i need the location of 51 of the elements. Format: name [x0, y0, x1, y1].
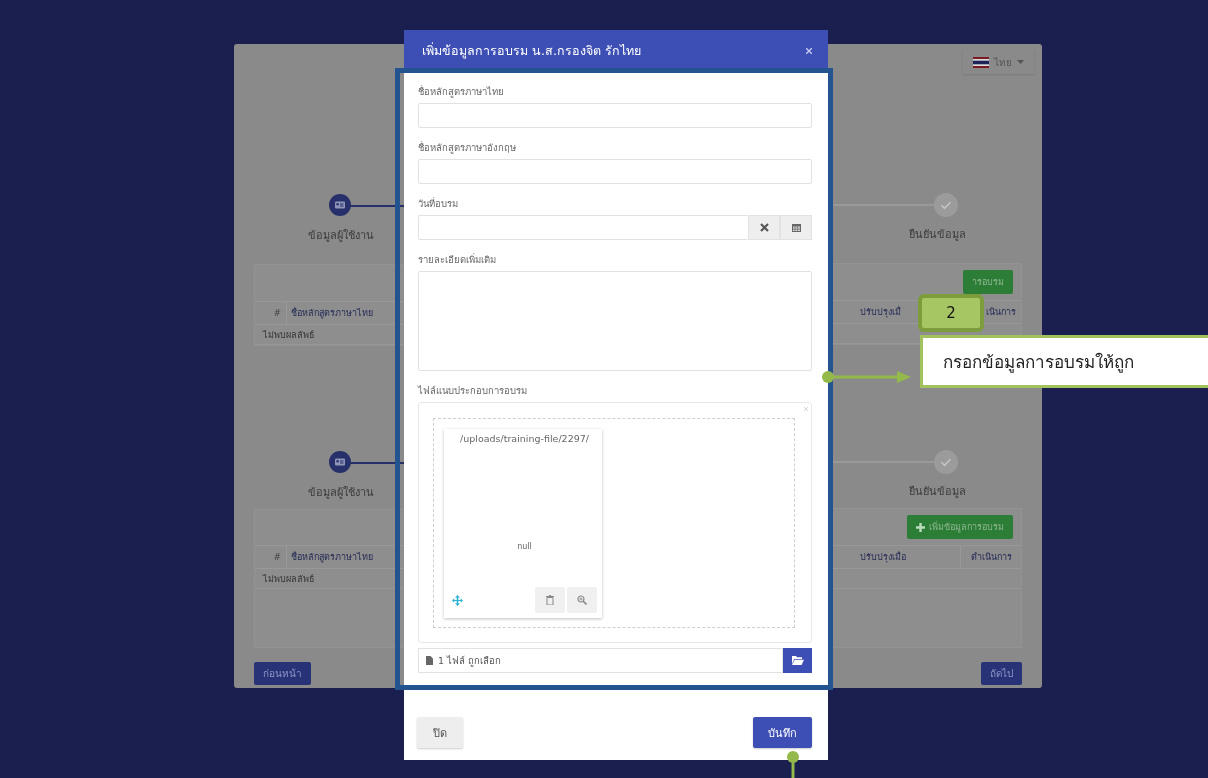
field-label: ไฟล์แนบประกอบการอบรม — [418, 384, 528, 398]
file-path: /uploads/training-file/2297/ — [459, 433, 590, 444]
move-icon[interactable] — [452, 594, 463, 606]
trash-icon — [546, 595, 554, 605]
input-field[interactable] — [418, 159, 812, 184]
column-header: # — [255, 302, 287, 324]
browse-button[interactable] — [783, 648, 812, 673]
calendar-button[interactable] — [780, 215, 812, 240]
caret-icon — [1017, 60, 1024, 64]
thai-flag-icon — [973, 56, 989, 68]
field-label: ชื่อหลักสูตรภาษาไทย — [418, 85, 505, 99]
leader-line — [786, 750, 800, 778]
column-header: ปรับปรุงเมื่อ — [860, 550, 906, 564]
file-icon — [426, 656, 433, 665]
empty-result-text: ไม่พบผลลัพธ์ — [263, 328, 314, 342]
preview-caption: null — [516, 542, 533, 551]
close-icon — [759, 223, 769, 232]
field-label: รายละเอียดเพิ่มเติม — [418, 253, 497, 267]
folder-icon — [791, 656, 804, 665]
input-field[interactable] — [418, 103, 812, 128]
delete-button[interactable] — [535, 587, 565, 613]
column-header: ชื่อหลักสูตรภาษาไทย — [290, 306, 373, 320]
calendar-icon — [791, 223, 801, 232]
zoom-button[interactable] — [567, 587, 597, 613]
close-button[interactable]: ปิด — [417, 717, 463, 748]
column-header: ปรับปรุงเมื่ — [860, 305, 901, 319]
step-label: ข้อมูลผู้ใช้งาน — [307, 228, 375, 244]
close-icon[interactable] — [806, 48, 812, 54]
step-label: ยืนยันข้อมูล — [907, 484, 967, 500]
date-input-field[interactable] — [418, 215, 748, 240]
clear-button[interactable] — [748, 215, 780, 240]
column-header: ชื่อหลักสูตรภาษาไทย — [290, 550, 373, 564]
modal-title: เพิ่มข้อมูลการอบรม น.ส.กรองจิต รักไทย — [422, 41, 641, 61]
column-header: # — [255, 546, 287, 568]
step-label: ยืนยันข้อมูล — [907, 227, 967, 243]
step-label: ข้อมูลผู้ใช้งาน — [307, 485, 375, 501]
previous-button[interactable]: ก่อนหน้า — [254, 662, 311, 685]
field-label: วันที่อบรม — [418, 197, 459, 211]
add-training-button[interactable]: เพิ่มข้อมูลการอบรม — [907, 515, 1013, 539]
add-training-button[interactable]: ารอบรม — [963, 270, 1013, 294]
step-number-badge: 2 — [918, 294, 984, 332]
column-header: ดำเนินการ — [960, 546, 1012, 568]
empty-result-text: ไม่พบผลลัพธ์ — [263, 572, 314, 586]
callout-text: กรอกข้อมูลการอบรมให้ถูก — [920, 335, 1208, 388]
save-button[interactable]: บันทึก — [753, 717, 812, 748]
field-label: ชื่อหลักสูตรภาษาอังกฤษ — [418, 141, 517, 155]
textarea-field[interactable] — [418, 271, 812, 371]
next-button[interactable]: ถัดไป — [981, 662, 1022, 685]
file-caption-field[interactable]: 1 ไฟล์ ถูกเลือก — [418, 648, 783, 673]
plus-icon — [916, 522, 925, 532]
zoom-in-icon — [577, 595, 587, 605]
